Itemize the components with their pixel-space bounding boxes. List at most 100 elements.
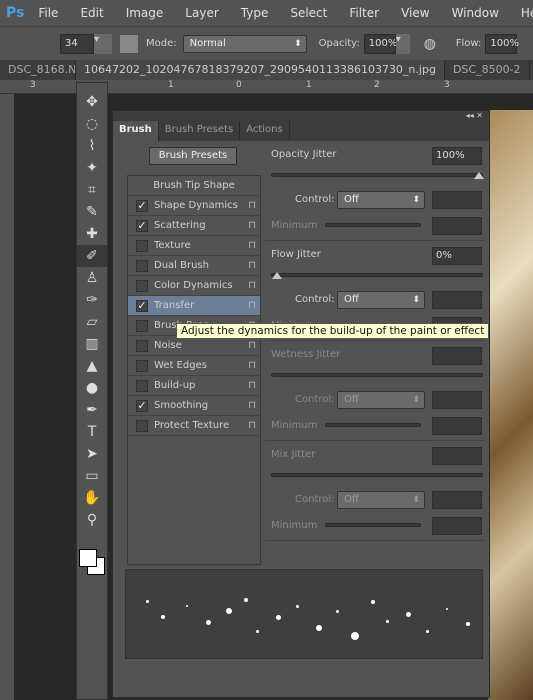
checkbox[interactable] [136,339,148,352]
panel-collapse-close[interactable]: ◂◂ ✕ [113,111,489,121]
brush-size-field[interactable]: 34 [60,33,94,54]
canvas-image[interactable] [488,110,533,700]
slider-thumb[interactable] [474,172,484,179]
jitter-value-field[interactable]: 100% [432,147,482,165]
control-select[interactable]: Off [337,391,425,409]
jitter-slider[interactable] [271,172,484,179]
menu-type[interactable]: Type [241,6,269,20]
menu-select[interactable]: Select [290,6,327,20]
brush-setting-build-up[interactable]: Build-up ⊓ [128,376,260,396]
lock-icon[interactable]: ⊓ [248,340,256,351]
document-tab[interactable]: 10647202_10204767818379207_2909540113386… [76,60,445,80]
brush-setting-dual-brush[interactable]: Dual Brush ⊓ [128,256,260,276]
brush-setting-transfer[interactable]: ✓ Transfer ⊓ [128,296,260,316]
checkbox[interactable] [136,359,148,372]
jitter-value-field[interactable] [432,447,482,465]
stamp-tool-icon[interactable]: ♙ [77,267,107,289]
jitter-slider[interactable] [271,272,483,279]
lock-icon[interactable]: ⊓ [248,280,256,291]
control-select[interactable]: Off [337,291,425,309]
menu-help[interactable]: Help [521,6,533,20]
lock-icon[interactable]: ⊓ [248,220,256,231]
jitter-value-field[interactable]: 0% [432,247,482,265]
checkbox[interactable] [136,259,148,272]
brush-presets-button[interactable]: Brush Presets [149,147,237,165]
crop-tool-icon[interactable]: ⌗ [77,179,107,201]
lock-icon[interactable]: ⊓ [248,260,256,271]
slider-thumb[interactable] [272,272,282,279]
panel-tab-brush-presets[interactable]: Brush Presets [159,121,241,141]
hand-tool-icon[interactable]: ✋ [77,487,107,509]
checkbox[interactable] [136,319,148,332]
brush-setting-texture[interactable]: Texture ⊓ [128,236,260,256]
eraser-tool-icon[interactable]: ▱ [77,311,107,333]
minimum-value[interactable] [432,417,482,435]
lock-icon[interactable]: ⊓ [248,380,256,391]
dodge-tool-icon[interactable]: ● [77,377,107,399]
checkbox[interactable] [136,279,148,292]
lock-icon[interactable]: ⊓ [248,300,256,311]
lock-icon[interactable]: ⊓ [248,400,256,411]
menu-view[interactable]: View [401,6,429,20]
brush-setting-brush-tip-shape[interactable]: Brush Tip Shape [128,176,260,196]
minimum-value[interactable] [432,517,482,535]
zoom-tool-icon[interactable]: ⚲ [77,509,107,531]
brush-size-dropdown[interactable]: ▾ [94,33,112,54]
type-tool-icon[interactable]: T [77,421,107,443]
jitter-slider[interactable] [271,373,483,377]
document-tab[interactable]: DSC_8500-2 [445,60,530,80]
mode-select[interactable]: Normal [182,34,307,53]
menu-file[interactable]: File [38,6,58,20]
marquee-tool-icon[interactable]: ◌ [77,113,107,135]
airbrush-pressure-icon[interactable]: ◍ [424,36,442,52]
eyedropper-tool-icon[interactable]: ✎ [77,201,107,223]
brush-setting-shape-dynamics[interactable]: ✓ Shape Dynamics ⊓ [128,196,260,216]
checkbox[interactable]: ✓ [136,299,148,312]
brush-setting-wet-edges[interactable]: Wet Edges ⊓ [128,356,260,376]
checkbox[interactable] [136,419,148,432]
minimum-slider[interactable] [325,423,421,427]
shape-tool-icon[interactable]: ▭ [77,465,107,487]
history-brush-tool-icon[interactable]: ✑ [77,289,107,311]
healing-tool-icon[interactable]: ✚ [77,223,107,245]
menu-filter[interactable]: Filter [349,6,379,20]
jitter-value-field[interactable] [432,347,482,365]
brush-setting-color-dynamics[interactable]: Color Dynamics ⊓ [128,276,260,296]
blur-tool-icon[interactable]: ▲ [77,355,107,377]
document-tab[interactable]: DSC_8168.NE [0,60,76,80]
checkbox[interactable]: ✓ [136,399,148,412]
jitter-slider[interactable] [271,473,483,477]
minimum-slider[interactable] [325,523,421,527]
checkbox[interactable] [136,379,148,392]
brush-setting-scattering[interactable]: ✓ Scattering ⊓ [128,216,260,236]
menu-window[interactable]: Window [452,6,499,20]
pen-tool-icon[interactable]: ✒ [77,399,107,421]
lock-icon[interactable]: ⊓ [248,360,256,371]
minimum-value[interactable] [432,217,482,235]
magic-wand-tool-icon[interactable]: ✦ [77,157,107,179]
color-swatches[interactable] [77,543,107,583]
lock-icon[interactable]: ⊓ [248,240,256,251]
brush-panel-toggle-icon[interactable] [120,34,138,53]
menu-layer[interactable]: Layer [185,6,218,20]
checkbox[interactable]: ✓ [136,219,148,232]
panel-tab-actions[interactable]: Actions [240,121,290,141]
move-tool-icon[interactable]: ✥ [77,91,107,113]
menu-edit[interactable]: Edit [80,6,103,20]
gradient-tool-icon[interactable]: ▥ [77,333,107,355]
minimum-slider[interactable] [325,223,421,227]
path-select-tool-icon[interactable]: ➤ [77,443,107,465]
flow-field[interactable]: 100% [485,33,519,54]
brush-tool-icon[interactable]: ✐ [77,245,107,267]
brush-setting-smoothing[interactable]: ✓ Smoothing ⊓ [128,396,260,416]
checkbox[interactable] [136,239,148,252]
control-select[interactable]: Off [337,191,425,209]
opacity-field[interactable]: 100% [363,33,397,54]
menu-image[interactable]: Image [126,6,164,20]
control-select[interactable]: Off [337,491,425,509]
lasso-tool-icon[interactable]: ⌇ [77,135,107,157]
opacity-dropdown[interactable]: ▾ [395,33,410,54]
checkbox[interactable]: ✓ [136,199,148,212]
brush-setting-noise[interactable]: Noise ⊓ [128,336,260,356]
lock-icon[interactable]: ⊓ [248,420,256,431]
